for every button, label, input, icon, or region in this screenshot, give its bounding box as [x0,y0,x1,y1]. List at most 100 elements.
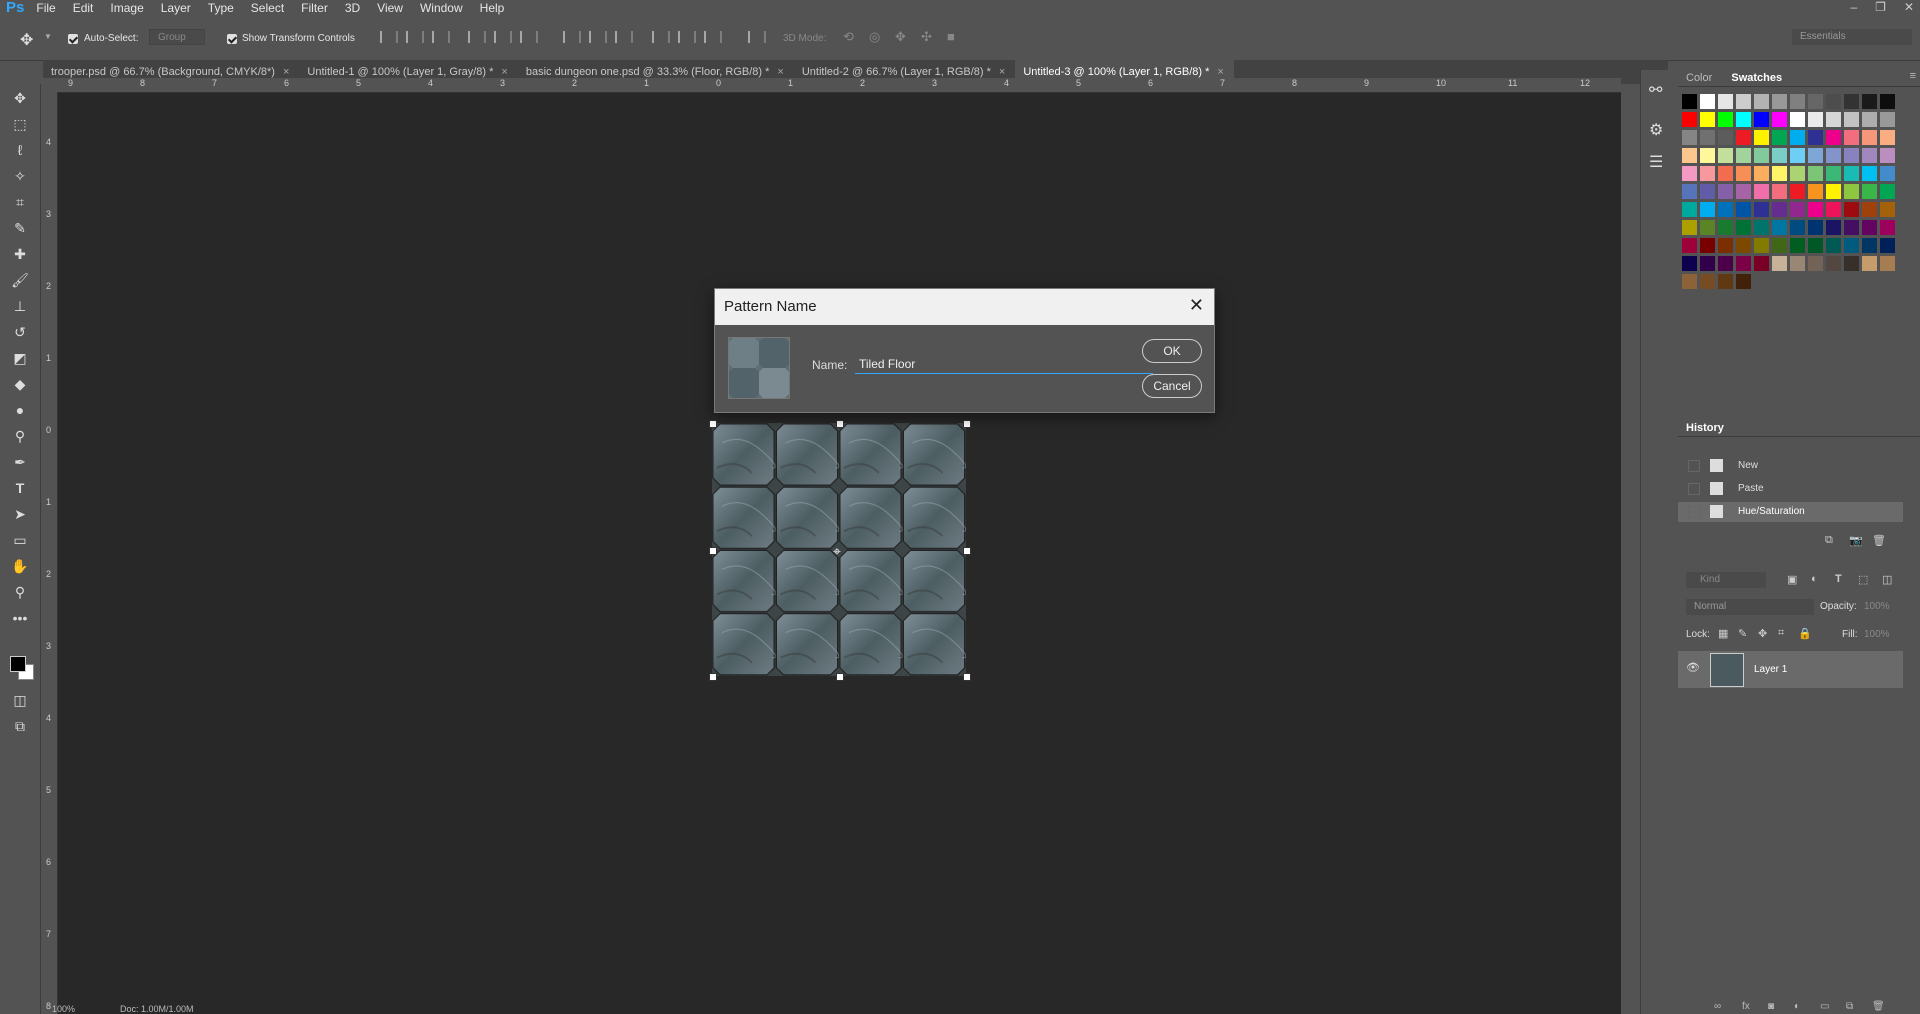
rectangle-tool-icon[interactable]: ▭ [10,530,30,550]
align-left-icon[interactable] [468,31,486,46]
color-swatch[interactable] [1862,220,1877,235]
color-swatch[interactable] [1718,112,1733,127]
distribute-hcenter-icon[interactable] [678,31,696,46]
transform-handle-left[interactable] [709,547,717,555]
add-mask-icon[interactable]: ◙ [1768,1001,1774,1012]
color-swatch[interactable] [1718,148,1733,163]
menu-image[interactable]: Image [110,1,143,15]
color-swatch[interactable] [1718,184,1733,199]
color-swatch[interactable] [1682,256,1697,271]
history-brush-tool-icon[interactable]: ↺ [10,322,30,342]
transform-center-icon[interactable]: ⌖ [833,543,841,560]
color-swatch[interactable] [1826,256,1841,271]
color-swatch[interactable] [1844,94,1859,109]
transform-handle-bottom[interactable] [836,673,844,681]
color-swatch[interactable] [1754,166,1769,181]
delete-state-icon[interactable]: 🗑 [1872,534,1886,547]
color-swatch[interactable] [1682,166,1697,181]
new-layer-icon[interactable]: ⧉ [1846,1001,1853,1012]
show-transform-checkbox[interactable] [227,33,237,45]
color-swatch[interactable] [1754,256,1769,271]
color-swatch[interactable] [1880,130,1895,145]
color-swatch[interactable] [1826,130,1841,145]
color-swatch[interactable] [1772,256,1787,271]
color-swatch[interactable] [1808,130,1823,145]
color-swatch[interactable] [1808,148,1823,163]
lasso-tool-icon[interactable]: ℓ [10,140,30,160]
history-brush-source-checkbox[interactable] [1688,506,1700,518]
blend-mode-dropdown[interactable]: Normal [1686,599,1814,615]
layer-row[interactable]: 👁 Layer 1 [1678,651,1903,688]
color-swatch[interactable] [1808,166,1823,181]
chevron-down-icon[interactable]: ▼ [44,32,52,41]
fill-field[interactable]: 100% [1864,629,1890,640]
close-window-icon[interactable]: ✕ [1904,0,1914,14]
color-swatch[interactable] [1736,274,1751,289]
history-brush-source-checkbox[interactable] [1688,460,1700,472]
color-swatch[interactable] [1718,166,1733,181]
crop-tool-icon[interactable]: ⌗ [10,192,30,212]
distribute-top-icon[interactable] [563,31,581,46]
auto-select-checkbox[interactable] [68,33,78,45]
brush-settings-icon[interactable]: ⚙ [1649,120,1663,140]
color-swatch[interactable] [1826,184,1841,199]
foreground-color-swatch[interactable] [10,656,26,672]
history-item-selected[interactable]: Hue/Saturation [1678,502,1903,522]
close-icon[interactable]: × [999,66,1005,78]
distribute-left-icon[interactable] [652,31,670,46]
color-swatch[interactable] [1790,112,1805,127]
color-swatch[interactable] [1880,256,1895,271]
close-icon[interactable]: × [283,66,289,78]
color-swatch[interactable] [1736,166,1751,181]
paint-bucket-tool-icon[interactable]: ◆ [10,374,30,394]
color-swatch[interactable] [1808,256,1823,271]
color-swatch[interactable] [1790,94,1805,109]
menu-layer[interactable]: Layer [161,1,191,15]
color-swatch[interactable] [1772,112,1787,127]
screen-mode-icon[interactable]: ⧉ [10,716,30,736]
color-swatch[interactable] [1826,166,1841,181]
layer-style-icon[interactable]: fx [1742,1001,1750,1012]
blur-tool-icon[interactable]: ● [10,400,30,420]
color-swatch[interactable] [1682,148,1697,163]
color-swatch[interactable] [1700,148,1715,163]
history-item[interactable]: New [1678,456,1903,476]
color-swatch[interactable] [1754,184,1769,199]
color-swatch[interactable] [1862,148,1877,163]
distribute-right-icon[interactable] [704,31,722,46]
link-layers-icon[interactable]: ∞ [1714,1001,1721,1012]
color-swatch[interactable] [1754,94,1769,109]
zoom-status[interactable]: 100% [52,1004,75,1014]
color-swatch[interactable] [1682,130,1697,145]
adjustment-layer-icon[interactable]: ◐ [1794,1001,1800,1012]
3d-scale-icon[interactable]: ■ [947,29,955,44]
3d-drag-icon[interactable]: ✥ [895,29,906,45]
type-tool-icon[interactable]: T [10,478,30,498]
lock-all-icon[interactable]: 🔒 [1798,627,1812,640]
menu-type[interactable]: Type [208,1,234,15]
color-swatch[interactable] [1772,166,1787,181]
color-swatch[interactable] [1754,220,1769,235]
color-swatch[interactable] [1790,148,1805,163]
panel-menu-icon[interactable]: ≡ [1910,70,1916,82]
adjustments-icon[interactable]: ⚯ [1649,80,1662,100]
color-swatch[interactable] [1700,184,1715,199]
align-bottom-icon[interactable] [432,31,450,46]
menu-filter[interactable]: Filter [301,1,328,15]
color-swatch[interactable] [1862,112,1877,127]
color-swatch[interactable] [1826,112,1841,127]
color-swatch[interactable] [1880,112,1895,127]
workspace-switcher[interactable]: Essentials [1792,29,1912,45]
color-swatch[interactable] [1700,166,1715,181]
lock-transparent-icon[interactable]: ▦ [1718,627,1728,640]
color-swatch[interactable] [1682,184,1697,199]
menu-select[interactable]: Select [251,1,284,15]
color-swatch[interactable] [1718,256,1733,271]
pattern-name-input[interactable] [855,355,1153,374]
move-tool-icon[interactable]: ✥ [20,30,33,50]
color-swatch[interactable] [1844,202,1859,217]
color-swatch[interactable] [1844,184,1859,199]
color-swatch[interactable] [1880,94,1895,109]
filter-pixel-icon[interactable]: ▣ [1787,573,1797,586]
distribute-vcenter-icon[interactable] [589,31,607,46]
